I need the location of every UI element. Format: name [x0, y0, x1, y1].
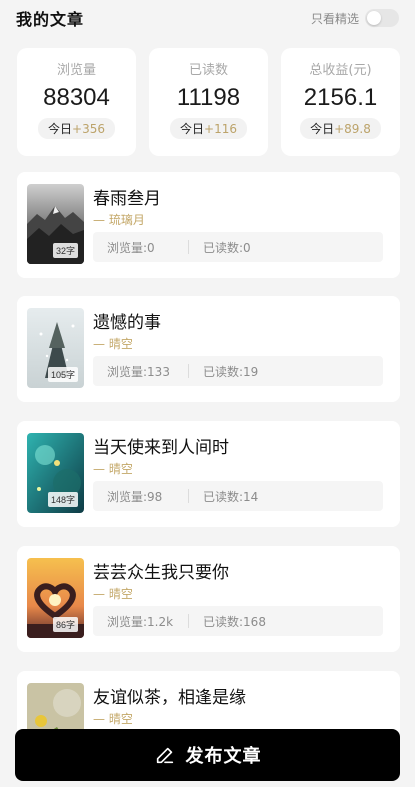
article-thumbnail: 105字	[27, 308, 84, 388]
article-title: 芸芸众生我只要你	[93, 563, 229, 583]
article-card[interactable]: 32字 春雨叁月 — 琉璃月 浏览量:0 已读数:0	[17, 172, 400, 278]
publish-label: 发布文章	[185, 746, 262, 767]
stat-label: 已读数	[188, 63, 228, 78]
article-title: 友谊似茶，相逢是缘	[93, 688, 246, 708]
today-delta: +116	[204, 121, 237, 136]
article-reads: 已读数:168	[203, 614, 266, 629]
article-author: — 琉璃月	[93, 213, 145, 227]
article-views: 浏览量:133	[107, 364, 170, 379]
article-thumbnail: 86字	[27, 558, 84, 638]
featured-filter[interactable]: 只看精选	[311, 9, 399, 27]
stat-value: 11198	[176, 84, 241, 111]
article-views: 浏览量:98	[107, 489, 163, 504]
article-thumbnail: 32字	[27, 184, 84, 264]
toggle-knob	[367, 11, 381, 25]
today-label: 今日	[180, 122, 205, 136]
today-pill: 今日 +116	[170, 118, 247, 139]
word-count-badge: 148字	[47, 492, 78, 507]
article-reads: 已读数:0	[203, 240, 251, 255]
article-title: 遗憾的事	[93, 313, 161, 333]
stat-card-reads[interactable]: 已读数 11198 今日 +116	[149, 48, 268, 156]
today-delta: +356	[72, 121, 105, 136]
word-count-badge: 32字	[52, 243, 78, 258]
article-card[interactable]: 148字 当天使来到人间时 — 晴空 浏览量:98 已读数:14	[17, 421, 400, 527]
article-card[interactable]: 86字 芸芸众生我只要你 — 晴空 浏览量:1.2k 已读数:168	[17, 546, 400, 652]
article-author: — 晴空	[93, 712, 133, 726]
stat-label: 总收益(元)	[309, 63, 372, 78]
article-views: 浏览量:0	[107, 240, 155, 255]
stat-label: 浏览量	[56, 63, 96, 78]
pencil-icon	[156, 747, 173, 764]
today-label: 今日	[310, 122, 335, 136]
article-title: 当天使来到人间时	[93, 438, 229, 458]
article-author: — 晴空	[93, 337, 133, 351]
stat-value: 2156.1	[303, 84, 378, 111]
stats-row: 浏览量 88304 今日 +356 已读数 11198 今日 +116 总收益(元)…	[17, 48, 400, 156]
article-title: 春雨叁月	[93, 189, 161, 209]
article-stats: 浏览量:98 已读数:14	[93, 481, 383, 511]
featured-toggle[interactable]	[365, 9, 399, 27]
today-pill: 今日 +356	[38, 118, 115, 139]
word-count-badge: 86字	[52, 617, 78, 632]
article-reads: 已读数:14	[203, 489, 259, 504]
today-pill: 今日 +89.8	[300, 118, 381, 139]
article-stats: 浏览量:0 已读数:0	[93, 232, 383, 262]
article-card[interactable]: 105字 遗憾的事 — 晴空 浏览量:133 已读数:19	[17, 296, 400, 402]
article-reads: 已读数:19	[203, 364, 259, 379]
today-delta: +89.8	[334, 121, 371, 136]
stat-card-views[interactable]: 浏览量 88304 今日 +356	[17, 48, 136, 156]
featured-filter-label: 只看精选	[310, 11, 359, 26]
word-count-badge: 105字	[47, 367, 78, 382]
article-views: 浏览量:1.2k	[107, 614, 174, 629]
article-author: — 晴空	[93, 462, 133, 476]
article-thumbnail: 148字	[27, 433, 84, 513]
page-title: 我的文章	[16, 10, 85, 29]
article-stats: 浏览量:133 已读数:19	[93, 356, 383, 386]
today-label: 今日	[48, 122, 73, 136]
stat-value: 88304	[43, 84, 110, 111]
publish-article-button[interactable]: 发布文章	[15, 729, 400, 781]
page-header: 我的文章 只看精选	[0, 0, 415, 36]
article-author: — 晴空	[93, 587, 133, 601]
stat-card-earnings[interactable]: 总收益(元) 2156.1 今日 +89.8	[281, 48, 400, 156]
article-stats: 浏览量:1.2k 已读数:168	[93, 606, 383, 636]
